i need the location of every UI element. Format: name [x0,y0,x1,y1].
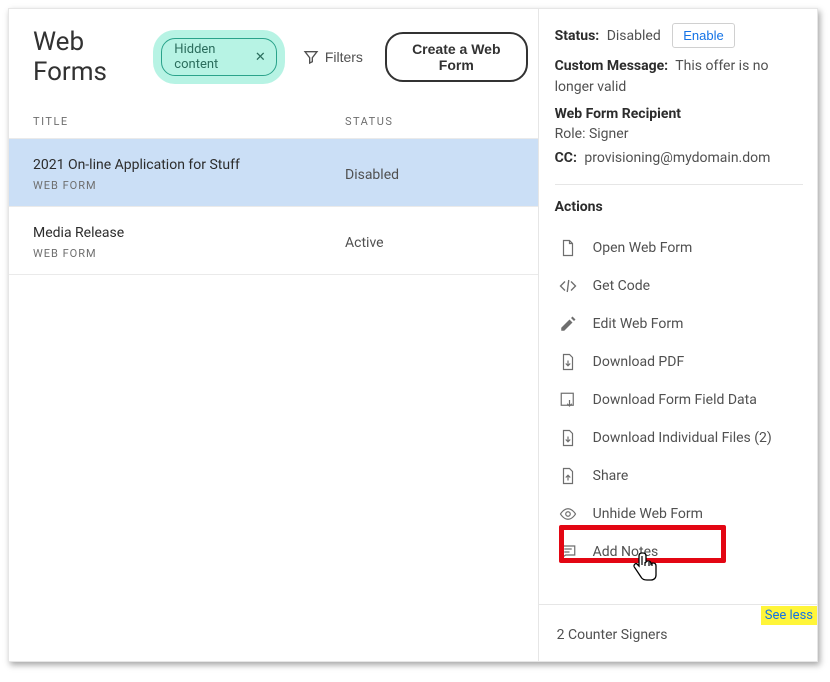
recipient-heading: Web Form Recipient [555,106,803,122]
filters-label: Filters [325,49,363,65]
row-status: Active [345,235,384,251]
create-web-form-button[interactable]: Create a Web Form [385,32,528,82]
action-label: Edit Web Form [593,316,684,332]
cc-line: CC: provisioning@mydomain.dom [555,150,803,166]
document-icon [559,239,577,257]
row-subtype: WEB FORM [33,247,345,260]
status-line: Status: Disabled Enable [555,23,803,48]
column-headers: TITLE STATUS [9,105,538,139]
counter-signers[interactable]: 2 Counter Signers [539,604,817,661]
left-pane: Web Forms Hidden content ✕ Filters Creat… [9,9,538,661]
col-header-title: TITLE [33,115,345,128]
table-row[interactable]: 2021 On-line Application for Stuff WEB F… [9,139,538,207]
col-header-status: STATUS [345,115,538,128]
download-pdf-icon [559,353,577,371]
filter-chip-label: Hidden content [174,42,249,72]
actions-heading: Actions [555,199,803,215]
action-edit-web-form[interactable]: Edit Web Form [555,305,803,343]
status-value: Disabled [607,28,661,44]
custom-message-label: Custom Message: [555,58,668,74]
action-label: Share [593,468,629,484]
close-icon[interactable]: ✕ [255,51,266,64]
row-title: 2021 On-line Application for Stuff [33,157,345,173]
role-line: Role: Signer [555,126,803,142]
action-label: Download Individual Files (2) [593,430,772,446]
role-value: Signer [589,126,628,142]
eye-icon [559,505,577,523]
row-status: Disabled [345,167,399,183]
enable-button[interactable]: Enable [672,23,734,48]
action-get-code[interactable]: Get Code [555,267,803,305]
divider [555,184,803,185]
action-label: Download PDF [593,354,685,370]
table-row[interactable]: Media Release WEB FORM Active [9,207,538,275]
pencil-icon [559,315,577,333]
filter-chip-hidden[interactable]: Hidden content ✕ [161,38,277,76]
header-row: Web Forms Hidden content ✕ Filters Creat… [9,9,538,105]
action-download-individual[interactable]: Download Individual Files (2) [555,419,803,457]
page-title: Web Forms [33,27,147,87]
funnel-icon [303,49,319,65]
action-label: Get Code [593,278,650,294]
action-download-pdf[interactable]: Download PDF [555,343,803,381]
note-icon [559,543,577,561]
row-subtype: WEB FORM [33,179,345,192]
share-icon [559,467,577,485]
filters-button[interactable]: Filters [295,43,371,71]
status-label: Status: [555,28,600,44]
action-label: Unhide Web Form [593,506,703,522]
counter-signers-label: 2 Counter Signers [557,627,668,643]
action-open-web-form[interactable]: Open Web Form [555,229,803,267]
action-download-form-data[interactable]: Download Form Field Data [555,381,803,419]
download-files-icon [559,429,577,447]
action-label: Open Web Form [593,240,693,256]
custom-message-line: Custom Message: This offer is no longer … [555,56,803,98]
cc-value: provisioning@mydomain.dom [584,150,770,166]
role-label: Role: [555,126,586,142]
cc-label: CC: [555,150,577,166]
download-data-icon [559,391,577,409]
action-share[interactable]: Share [555,457,803,495]
action-label: Add Notes [593,544,659,560]
details-pane: Status: Disabled Enable Custom Message: … [538,9,817,661]
action-unhide-web-form[interactable]: Unhide Web Form [555,495,803,533]
action-label: Download Form Field Data [593,392,757,408]
action-add-notes[interactable]: Add Notes [555,533,803,571]
code-icon [559,277,577,295]
row-title: Media Release [33,225,345,241]
